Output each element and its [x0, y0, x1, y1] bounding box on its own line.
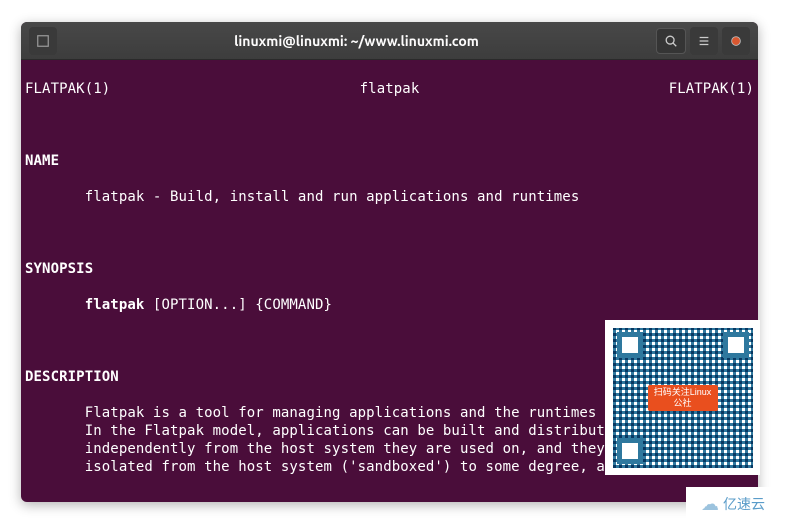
- man-header-left: FLATPAK(1): [25, 80, 110, 98]
- section-synopsis-heading: SYNOPSIS: [25, 260, 754, 278]
- watermark: ☁ 亿速云: [686, 487, 780, 521]
- search-icon: [664, 34, 678, 48]
- qr-code-icon: 扫码关注Linux公社: [613, 328, 753, 468]
- cloud-icon: ☁: [701, 494, 719, 515]
- square-icon: [36, 34, 50, 48]
- man-header-right: FLATPAK(1): [669, 80, 754, 98]
- titlebar: linuxmi@linuxmi: ~/www.linuxmi.com: [21, 22, 758, 60]
- qr-overlay: 扫码关注Linux公社: [605, 320, 760, 475]
- window-title: linuxmi@linuxmi: ~/www.linuxmi.com: [57, 33, 656, 49]
- section-name-body: flatpak - Build, install and run applica…: [25, 188, 754, 206]
- section-synopsis-body: flatpak [OPTION...] {COMMAND}: [25, 296, 754, 314]
- search-button[interactable]: [656, 28, 686, 54]
- hamburger-icon: [697, 34, 711, 48]
- menu-button[interactable]: [690, 27, 718, 55]
- new-tab-button[interactable]: [29, 27, 57, 55]
- man-header-center: flatpak: [360, 80, 420, 98]
- close-button[interactable]: [722, 27, 750, 55]
- section-name-heading: NAME: [25, 152, 754, 170]
- watermark-text: 亿速云: [723, 494, 765, 514]
- synopsis-args: [OPTION...] {COMMAND}: [144, 297, 332, 313]
- synopsis-cmd: flatpak: [85, 297, 145, 313]
- qr-label: 扫码关注Linux公社: [648, 385, 718, 411]
- close-icon: [729, 34, 743, 48]
